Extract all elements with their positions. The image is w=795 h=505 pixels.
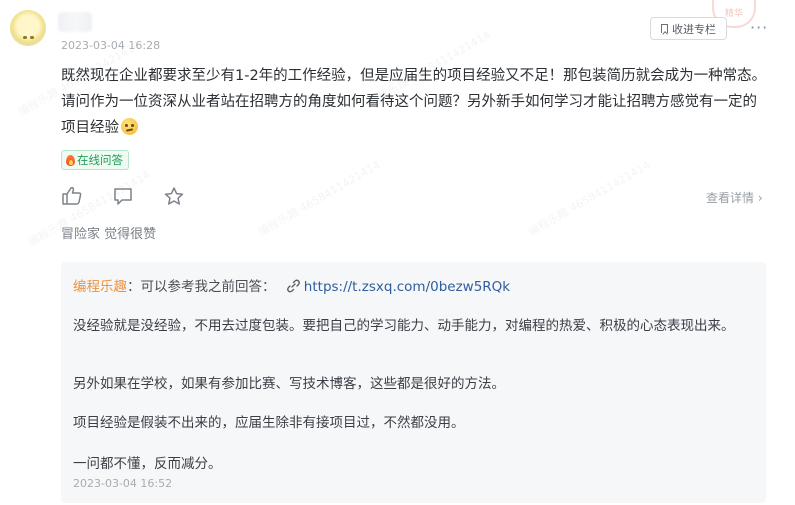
link-icon [286, 279, 300, 293]
comment-button[interactable] [112, 186, 134, 206]
watermark: 编程乐趣 4658411421414 [256, 158, 383, 239]
answer-header: 编程乐趣：可以参考我之前回答： https://t.zsxq.com/0bezw… [73, 275, 510, 295]
question-text: 既然现在企业都要求至少有1-2年的工作经验，但是应届生的项目经验又不足！那包装简… [61, 63, 767, 141]
fire-icon [66, 154, 75, 166]
answer-paragraph: 一问都不懂，反而减分。 [73, 456, 222, 472]
answer-paragraph: 项目经验是假装不出来的，应届生除非有接项目过，不然都没用。 [73, 415, 465, 431]
view-details-link[interactable]: 查看详情 › [706, 189, 763, 206]
collect-to-column-button[interactable]: 收进专栏 [650, 17, 727, 40]
favorite-button[interactable] [163, 186, 185, 206]
answer-author[interactable]: 编程乐趣 [73, 279, 127, 295]
answer-paragraph: 另外如果在学校，如果有参加比赛、写技术博客，这些都是很好的方法。 [73, 376, 505, 392]
like-button[interactable] [61, 186, 83, 206]
tag-label: 在线问答 [77, 153, 123, 167]
answer-paragraph: 没经验就是没经验，不用去过度包装。要把自己的学习能力、动手能力，对编程的热爱、积… [73, 318, 735, 334]
thinking-face-icon [121, 118, 138, 135]
answer-link[interactable]: https://t.zsxq.com/0bezw5RQk [304, 279, 510, 295]
more-options-button[interactable]: ··· [750, 18, 768, 37]
topic-tag[interactable]: 在线问答 [61, 150, 129, 170]
username[interactable] [58, 12, 92, 32]
comment-icon [114, 188, 132, 205]
question-body: 既然现在企业都要求至少有1-2年的工作经验，但是应届生的项目经验又不足！那包装简… [61, 68, 767, 136]
likers-text[interactable]: 冒险家 觉得很赞 [61, 223, 156, 242]
collect-button-label: 收进专栏 [672, 22, 716, 36]
bookmark-icon [661, 24, 668, 33]
watermark: 编程乐趣 4658411421414 [526, 158, 653, 239]
answer-timestamp: 2023-03-04 16:52 [73, 477, 173, 490]
star-icon [164, 187, 184, 205]
thumbs-up-icon [62, 186, 82, 205]
answer-box: 编程乐趣：可以参考我之前回答： https://t.zsxq.com/0bezw… [61, 262, 766, 503]
avatar[interactable] [10, 10, 46, 46]
post-timestamp: 2023-03-04 16:28 [61, 39, 161, 52]
answer-intro: ：可以参考我之前回答： [127, 279, 276, 295]
